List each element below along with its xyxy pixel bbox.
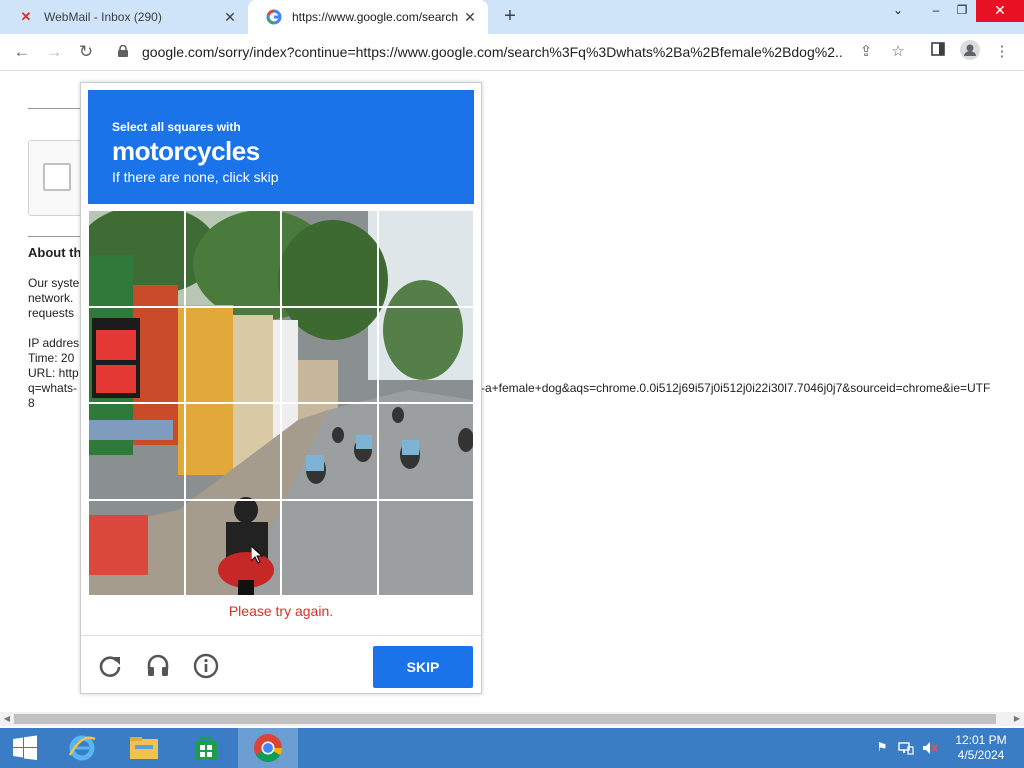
grid-tile[interactable] [184,499,281,596]
challenge-header: Select all squares with motorcycles If t… [88,90,474,204]
challenge-target: motorcycles [112,136,260,166]
instruction-small: Select all squares with [112,120,241,134]
time-label: Time: 20 [28,351,75,365]
tab-title: WebMail - Inbox (290) [44,10,162,24]
grid-tile[interactable] [88,210,185,307]
para-line: requests [28,306,75,320]
taskbar: ⚑ 12:01 PM 4/5/2024 [0,728,1024,768]
close-icon[interactable]: ✕ [218,9,242,26]
horizontal-scrollbar[interactable]: ◀ ▶ [0,712,1024,726]
chrome-icon[interactable] [238,728,298,768]
tab-strip: ✕ WebMail - Inbox (290) ✕ https://www.go… [0,0,1024,34]
profile-avatar-icon[interactable] [958,40,982,64]
ip-address-label: IP addres [28,336,80,350]
bookmark-star-icon[interactable]: ☆ [886,40,910,64]
system-clock[interactable]: 12:01 PM 4/5/2024 [946,733,1016,763]
volume-muted-icon[interactable] [922,740,938,756]
url-label: URL: http [28,366,79,380]
reload-icon[interactable]: ↻ [74,40,98,64]
address-bar[interactable]: google.com/sorry/index?continue=https://… [108,38,916,66]
instruction-sub: If there are none, click skip [112,169,279,185]
tab-title: https://www.google.com/search? [292,10,458,24]
grid-tile[interactable] [281,306,378,403]
lock-icon [118,44,132,60]
mouse-cursor-icon [251,546,263,564]
window-close-button[interactable]: ✕ [976,0,1024,22]
about-heading: About th [28,245,82,260]
tab-search-chevron-icon[interactable]: ⌄ [882,0,914,22]
scroll-left-arrow-icon[interactable]: ◀ [0,712,14,726]
grid-tile[interactable] [281,210,378,307]
grid-tile[interactable] [184,306,281,403]
recaptcha-challenge: Select all squares with motorcycles If t… [80,82,482,694]
grid-tile[interactable] [377,403,474,500]
side-panel-icon[interactable] [926,40,950,64]
google-g-icon [266,9,282,25]
grid-tile[interactable] [88,403,185,500]
grid-tile[interactable] [281,403,378,500]
grid-tile[interactable] [281,499,378,596]
share-icon[interactable]: ⇪ [854,40,878,64]
clock-time: 12:01 PM [955,733,1007,747]
grid-tile[interactable] [88,306,185,403]
url-last: 8 [28,396,35,410]
recaptcha-checkbox[interactable] [43,163,71,191]
restore-button[interactable]: ❐ [946,0,978,22]
scroll-right-arrow-icon[interactable]: ▶ [1010,712,1024,726]
skip-button[interactable]: SKIP [373,646,473,688]
file-explorer-icon[interactable] [114,728,174,768]
close-icon[interactable]: ✕ [458,9,482,26]
forward-arrow-icon[interactable]: → [42,40,66,64]
clock-date: 4/5/2024 [957,748,1005,762]
audio-challenge-icon[interactable] [145,653,171,679]
error-message: Please try again. [228,603,334,619]
url-continued-right: -a+female+dog&aqs=chrome.0.0i512j69i57j0… [481,381,991,395]
grid-tile[interactable] [377,210,474,307]
grid-tile[interactable] [377,306,474,403]
challenge-footer: SKIP [81,635,481,694]
new-tab-button[interactable]: + [498,5,522,29]
webmail-x-icon: ✕ [20,9,32,24]
divider [28,108,80,109]
browser-toolbar: ← → ↻ google.com/sorry/index?continue=ht… [0,34,1024,71]
para-line: network. [28,291,74,305]
grid-tile[interactable] [184,403,281,500]
menu-kebab-icon[interactable]: ⋮ [990,40,1014,64]
flag-icon[interactable]: ⚑ [874,740,890,756]
para-line: Our syste [28,276,80,290]
windows-start-icon[interactable] [0,728,50,768]
internet-explorer-icon[interactable] [52,728,112,768]
tab-webmail[interactable]: ✕ WebMail - Inbox (290) ✕ [0,0,248,34]
store-icon[interactable] [176,728,236,768]
grid-tile[interactable] [184,210,281,307]
grid-tile[interactable] [377,499,474,596]
image-grid [88,210,474,596]
info-help-icon[interactable] [193,653,219,679]
divider [28,236,80,237]
url-text: google.com/sorry/index?continue=https://… [142,44,842,60]
url-continued: q=whats- [28,381,78,395]
tab-google[interactable]: https://www.google.com/search? ✕ [248,0,488,34]
grid-tiles [88,210,474,596]
grid-tile[interactable] [88,499,185,596]
scrollbar-thumb[interactable] [14,714,996,724]
network-icon[interactable] [898,740,914,756]
reload-challenge-icon[interactable] [97,653,123,679]
back-arrow-icon[interactable]: ← [10,40,34,64]
